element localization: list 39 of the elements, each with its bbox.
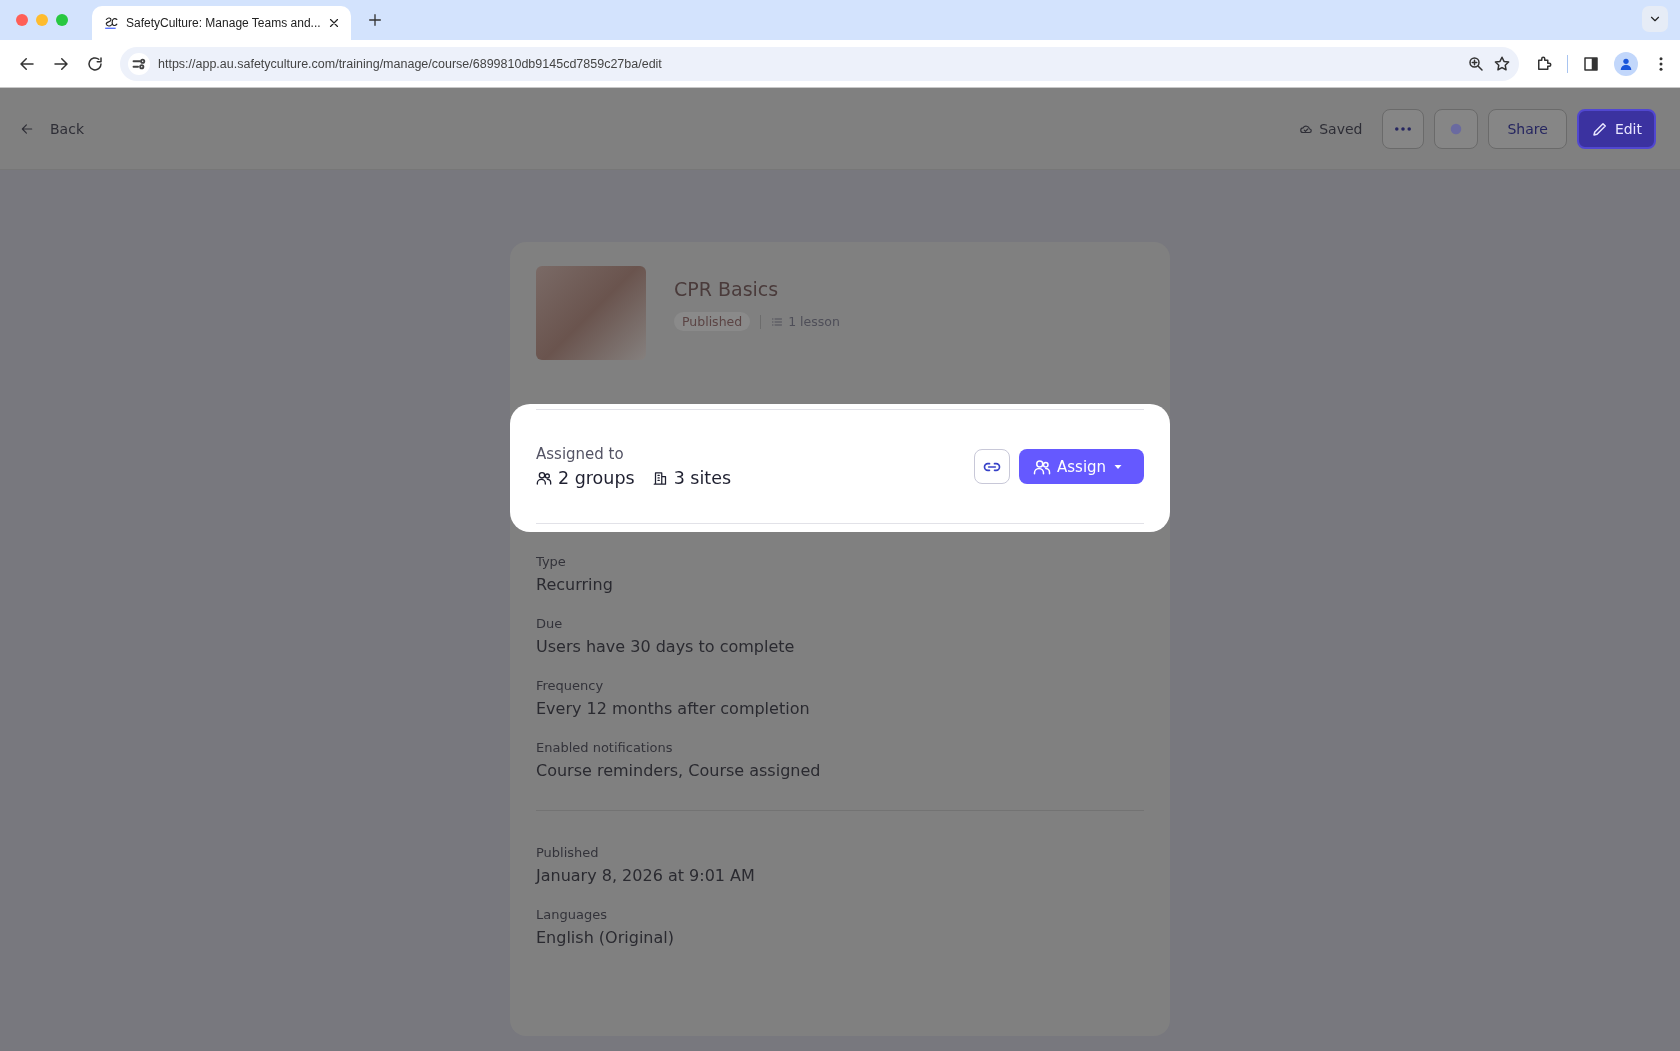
list-icon (771, 315, 784, 328)
browser-tab[interactable]: SafetyCulture: Manage Teams and... (92, 6, 351, 40)
new-tab-icon[interactable] (366, 12, 383, 28)
edit-button[interactable]: Edit (1576, 108, 1656, 149)
group-count: 2 groups (558, 468, 635, 488)
puzzle-piece-icon[interactable] (1535, 54, 1553, 73)
site-settings-icon[interactable] (128, 52, 150, 75)
detail-label: Enabled notifications (536, 740, 674, 755)
zoom-icon[interactable] (1467, 54, 1485, 73)
detail-label: Type (536, 554, 567, 569)
people-icon (1033, 457, 1051, 476)
detail-value: Recurring (536, 575, 614, 594)
profile-button[interactable] (1614, 51, 1638, 76)
back-arrow-icon (20, 121, 34, 136)
ellipsis-icon (1395, 126, 1412, 131)
detail-value: January 8, 2026 at 9:01 AM (536, 866, 756, 885)
share-button[interactable]: Share (1488, 108, 1567, 149)
detail-label: Published (536, 845, 600, 860)
detail-value: Users have 30 days to complete (536, 637, 796, 656)
assign-button[interactable]: Assign (1019, 449, 1144, 484)
course-title: CPR Basics (674, 278, 780, 300)
bookmark-star-icon[interactable] (1493, 54, 1511, 73)
side-panel-icon[interactable] (1582, 54, 1600, 73)
detail-value: Course reminders, Course assigned (536, 761, 822, 780)
site-count: 3 sites (673, 468, 732, 488)
reload-icon[interactable] (86, 54, 104, 73)
status-badge: Published (674, 312, 751, 331)
detail-label: Languages (536, 907, 608, 922)
saved-status: Saved (1299, 120, 1363, 137)
detail-label: Due (536, 616, 564, 631)
tab-title: SafetyCulture: Manage Teams and... (126, 16, 321, 30)
people-icon (536, 470, 552, 486)
assigned-to-label: Assigned to (536, 445, 625, 463)
copy-link-button[interactable] (974, 449, 1010, 484)
building-icon (652, 470, 668, 486)
detail-value: Every 12 months after completion (536, 699, 811, 718)
detail-label: Frequency (536, 678, 605, 693)
address-bar[interactable]: https://app.au.safetyculture.com/training/manage/course/6899810db9145cd7859c27ba/edit (120, 46, 1519, 81)
detail-value: English (Original) (536, 928, 675, 947)
